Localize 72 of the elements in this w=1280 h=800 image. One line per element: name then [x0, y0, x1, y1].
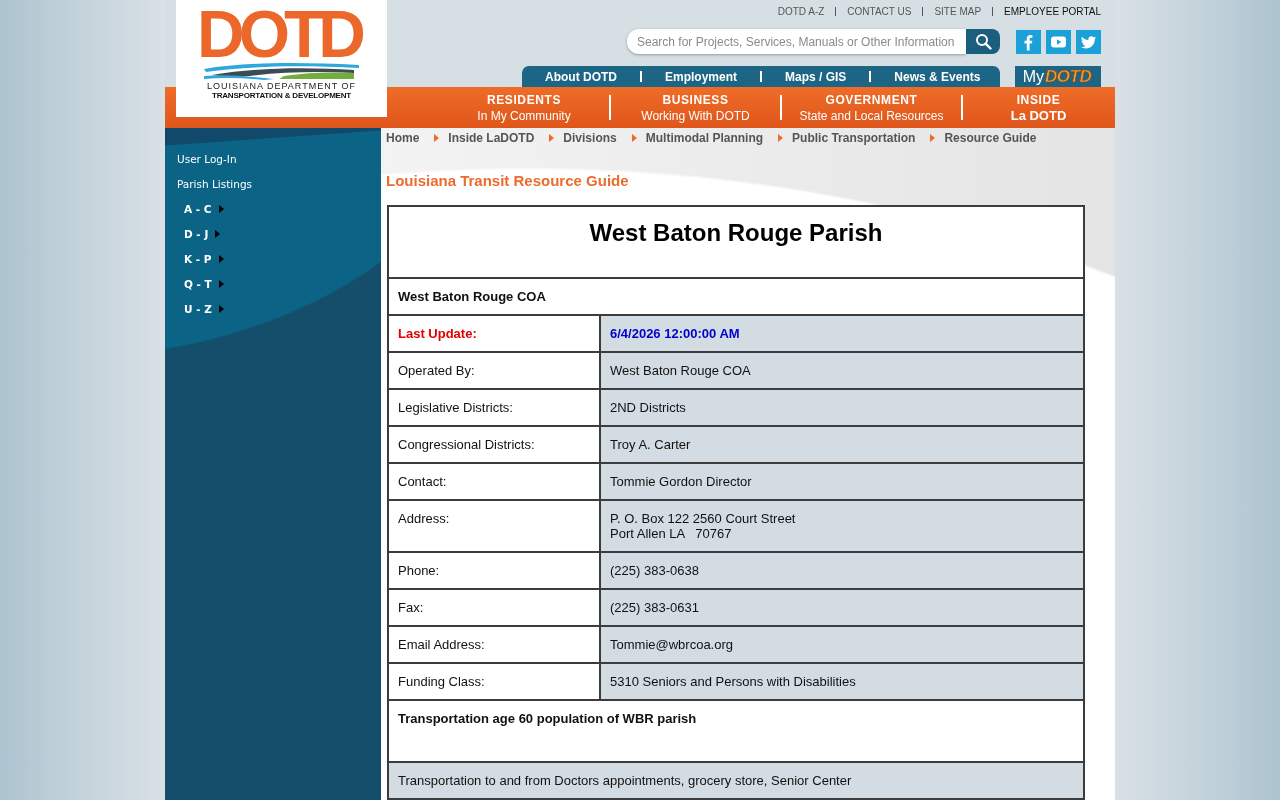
- sidebar-link[interactable]: User Log-In: [165, 146, 237, 171]
- field-value: Troy A. Carter: [600, 426, 1084, 463]
- my-dotd-link[interactable]: MyDOTD: [1015, 66, 1101, 87]
- caret-icon: [631, 133, 637, 142]
- field-label: Operated By:: [388, 352, 600, 389]
- breadcrumb-link[interactable]: Home: [386, 130, 420, 145]
- agency-name: West Baton Rouge COA: [388, 278, 1084, 315]
- main-nav-link[interactable]: BUSINESS Working With DOTD: [611, 91, 780, 124]
- site-logo[interactable]: DOTD LOUISIANA DEPARTMENT OF TRANSPORTATION & DEVELOPMENT: [176, 0, 387, 117]
- nav-link[interactable]: News & Events: [894, 69, 981, 84]
- top-link[interactable]: DOTD A-Z: [777, 5, 825, 17]
- breadcrumb-link[interactable]: Inside LaDOTD: [448, 130, 535, 145]
- caret-icon: [778, 133, 784, 142]
- field-label: Address:: [388, 500, 600, 552]
- sidebar-link[interactable]: Parish Listings: [165, 171, 253, 196]
- service-heading: Transportation age 60 population of WBR parish: [388, 700, 1084, 762]
- bird-icon[interactable]: [1076, 29, 1101, 54]
- caret-icon: [434, 133, 440, 142]
- road-waves-icon: [204, 62, 359, 80]
- service-description: Transportation to and from Doctors appointments, grocery store, Senior Center: [388, 762, 1084, 799]
- field-value: West Baton Rouge COA: [600, 352, 1084, 389]
- field-value: 5310 Seniors and Persons with Disabilities: [600, 663, 1084, 700]
- field-label: Legislative Districts:: [388, 389, 600, 426]
- logo-tagline: LOUISIANA DEPARTMENT OF: [207, 81, 356, 91]
- breadcrumb-link[interactable]: Resource Guide: [944, 130, 1037, 145]
- search-button[interactable]: [966, 29, 1000, 54]
- caret-icon: [930, 133, 936, 142]
- main-nav-link[interactable]: INSIDE La DOTD: [963, 91, 1114, 124]
- field-value: Tommie@wbrcoa.org: [600, 626, 1084, 663]
- caret-icon: [218, 204, 224, 213]
- top-link[interactable]: EMPLOYEE PORTAL: [1004, 5, 1101, 17]
- search-field[interactable]: Search for Projects, Services, Manuals or Other Information: [627, 29, 966, 54]
- field-value: 2ND Districts: [600, 389, 1084, 426]
- top-link[interactable]: SITE MAP: [934, 5, 982, 17]
- caret-icon: [549, 133, 555, 142]
- field-label: Email Address:: [388, 626, 600, 663]
- caret-icon: [218, 254, 224, 263]
- page-title: Louisiana Transit Resource Guide: [386, 172, 629, 190]
- parish-range-link[interactable]: K - P: [165, 246, 224, 271]
- field-label: Congressional Districts:: [388, 426, 600, 463]
- parish-title: West Baton Rouge Parish: [388, 206, 1084, 278]
- nav-link[interactable]: About DOTD: [545, 69, 617, 84]
- caret-icon: [218, 279, 224, 288]
- parish-range-link[interactable]: D - J: [165, 221, 221, 246]
- field-label: Contact:: [388, 463, 600, 500]
- field-value: (225) 383-0631: [600, 589, 1084, 626]
- logo-tagline: TRANSPORTATION & DEVELOPMENT: [212, 91, 351, 101]
- breadcrumb-link[interactable]: Divisions: [563, 130, 617, 145]
- caret-icon: [218, 304, 224, 313]
- caret-icon: [215, 229, 221, 238]
- logo-wordmark: DOTD: [196, 6, 362, 62]
- parish-range-link[interactable]: A - C: [165, 196, 224, 221]
- field-value: Tommie Gordon Director: [600, 463, 1084, 500]
- facebook-icon[interactable]: [1016, 29, 1041, 54]
- field-label: Phone:: [388, 552, 600, 589]
- video-play-icon[interactable]: [1046, 29, 1071, 54]
- breadcrumb-link[interactable]: Public Transportation: [792, 130, 916, 145]
- search-icon: [974, 33, 992, 50]
- parish-range-link[interactable]: U - Z: [165, 296, 224, 321]
- field-label: Last Update:: [388, 315, 600, 352]
- top-link[interactable]: CONTACT US: [847, 5, 912, 17]
- field-value: 6/4/2026 12:00:00 AM: [600, 315, 1084, 352]
- nav-link[interactable]: Maps / GIS: [785, 69, 847, 84]
- main-nav-link[interactable]: RESIDENTS In My Community: [439, 91, 609, 124]
- breadcrumb-link[interactable]: Multimodal Planning: [645, 130, 764, 145]
- field-value: (225) 383-0638: [600, 552, 1084, 589]
- field-label: Fax:: [388, 589, 600, 626]
- field-value: P. O. Box 122 2560 Court Street Port Allen LA 70767: [600, 500, 1084, 552]
- main-nav-link[interactable]: GOVERNMENT State and Local Resources: [782, 91, 961, 124]
- field-label: Funding Class:: [388, 663, 600, 700]
- nav-link[interactable]: Employment: [665, 69, 737, 84]
- parish-range-link[interactable]: Q - T: [165, 271, 224, 296]
